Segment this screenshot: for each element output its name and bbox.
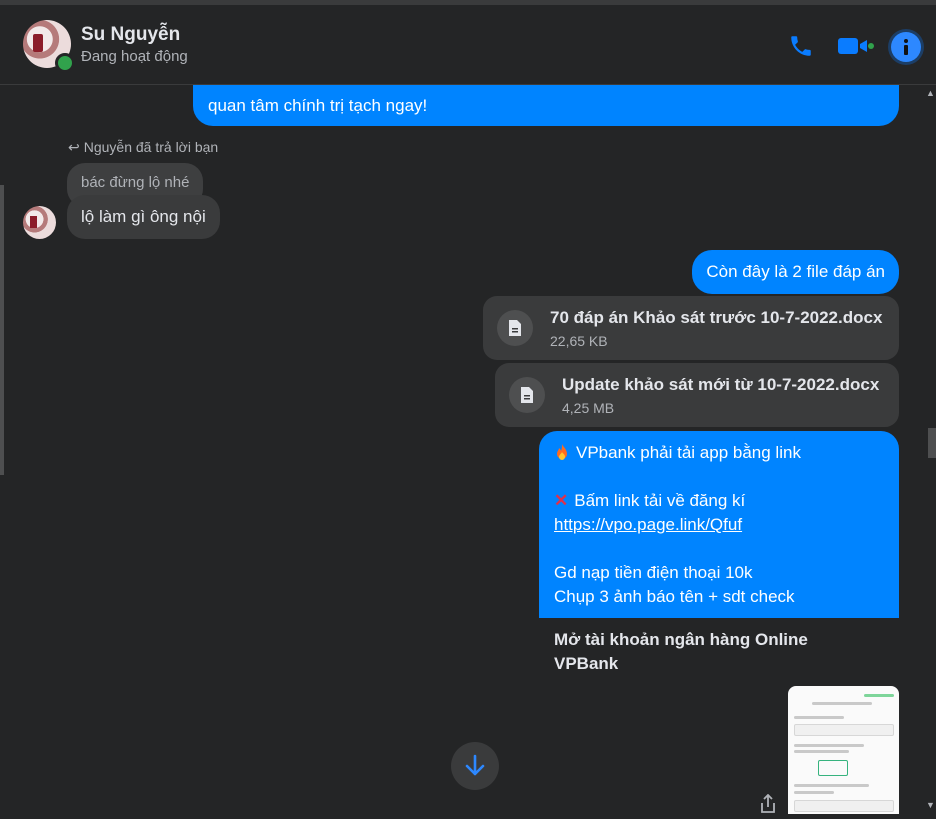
reply-indicator-text: Nguyễn đã trả lời bạn bbox=[83, 139, 219, 155]
file-name: Update khảo sát mới từ 10-7-2022.docx bbox=[562, 375, 880, 394]
promo-line: Bấm link tải về đăng kí bbox=[574, 491, 746, 510]
file-size: 22,65 KB bbox=[550, 333, 608, 349]
reply-arrow-icon: ↩ bbox=[68, 139, 80, 155]
link-preview-thumbnail[interactable] bbox=[788, 686, 899, 814]
phone-icon[interactable] bbox=[788, 33, 814, 59]
link-preview-card[interactable]: Mở tài khoản ngân hàng Online VPBank bbox=[539, 618, 899, 814]
arrow-down-icon bbox=[465, 754, 485, 776]
scroll-down-arrow-icon[interactable]: ▼ bbox=[926, 800, 935, 810]
sender-avatar[interactable] bbox=[23, 206, 56, 239]
promo-line: VPbank phải tải app bằng link bbox=[576, 443, 801, 462]
sent-message[interactable]: quan tâm chính trị tạch ngay! bbox=[193, 85, 899, 126]
document-icon bbox=[509, 377, 545, 413]
file-attachment[interactable]: 70 đáp án Khảo sát trước 10-7-2022.docx … bbox=[483, 296, 899, 360]
share-icon[interactable] bbox=[759, 794, 777, 814]
file-attachment[interactable]: Update khảo sát mới từ 10-7-2022.docx 4,… bbox=[495, 363, 899, 427]
conversation-header: Su Nguyễn Đang hoạt động bbox=[0, 5, 936, 85]
received-message[interactable]: lộ làm gì ông nội bbox=[67, 195, 220, 239]
video-camera-icon[interactable] bbox=[837, 33, 875, 59]
document-icon bbox=[497, 310, 533, 346]
chat-scrollbar-thumb[interactable] bbox=[928, 428, 936, 458]
link-preview-title[interactable]: Mở tài khoản ngân hàng Online VPBank bbox=[554, 628, 854, 676]
sent-message[interactable]: Còn đây là 2 file đáp án bbox=[692, 250, 899, 294]
file-size: 4,25 MB bbox=[562, 400, 615, 416]
online-status-dot bbox=[55, 53, 75, 73]
scroll-to-bottom-button[interactable] bbox=[451, 742, 499, 790]
fire-emoji-icon bbox=[557, 444, 567, 460]
reply-indicator: ↩ Nguyễn đã trả lời bạn bbox=[68, 139, 218, 156]
file-name: 70 đáp án Khảo sát trước 10-7-2022.docx bbox=[550, 308, 883, 327]
sent-promo-message[interactable]: VPbank phải tải app bằng link ✕ Bấm link … bbox=[539, 431, 899, 618]
cross-mark-icon: ✕ bbox=[554, 491, 569, 510]
promo-link[interactable]: https://vpo.page.link/Qfuf bbox=[554, 515, 742, 534]
promo-line: Gd nạp tiền điện thoại 10k bbox=[554, 563, 753, 582]
scroll-up-arrow-icon[interactable]: ▲ bbox=[926, 88, 936, 98]
info-icon bbox=[904, 39, 908, 55]
contact-name[interactable]: Su Nguyễn bbox=[81, 24, 180, 46]
left-scrollbar[interactable] bbox=[0, 185, 4, 475]
promo-line: Chụp 3 ảnh báo tên + sdt check bbox=[554, 587, 795, 606]
active-status: Đang hoạt động bbox=[81, 48, 188, 65]
conversation-info-button[interactable] bbox=[891, 32, 921, 62]
